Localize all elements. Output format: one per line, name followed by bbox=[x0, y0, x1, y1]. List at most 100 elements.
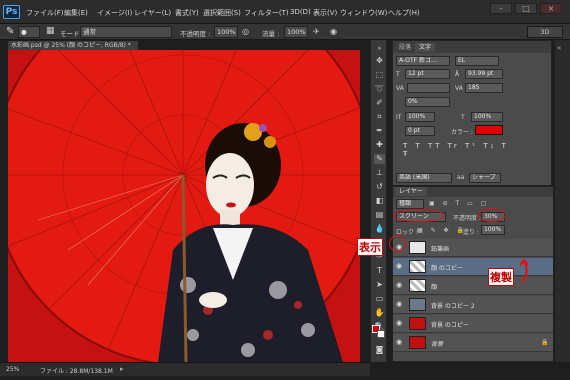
layer-row[interactable]: ◉ 背景 のコピー bbox=[393, 315, 553, 333]
pressure-size-icon[interactable]: ◉ bbox=[330, 27, 337, 36]
collapse-icon[interactable]: » bbox=[374, 44, 385, 54]
quick-select-tool-icon[interactable]: ✐ bbox=[374, 98, 385, 108]
history-brush-tool-icon[interactable]: ↺ bbox=[374, 182, 385, 192]
menu-image[interactable]: イメージ(I) bbox=[97, 8, 132, 18]
layer-name: 背景 bbox=[431, 341, 444, 348]
type-tool-icon[interactable]: T bbox=[374, 266, 385, 276]
show-annotation-label: 表示 bbox=[357, 238, 383, 256]
mode-select[interactable]: 通常 bbox=[80, 26, 172, 38]
menu-view[interactable]: 表示(V) bbox=[313, 8, 337, 18]
lock-icons[interactable]: ▦ ✎ ✥ 🔒 bbox=[417, 227, 467, 234]
pressure-opacity-icon[interactable]: ◎ bbox=[242, 27, 249, 36]
background-color-swatch[interactable] bbox=[377, 330, 385, 338]
airbrush-icon[interactable]: ✈ bbox=[313, 27, 320, 36]
layer-thumbnail bbox=[409, 336, 426, 349]
tools-panel: » ✥ ⬚ ➰ ✐ ⌗ ✒ ✚ ✎ ⊥ ↺ ◧ ▤ 💧 ● ✑ T ➤ ▭ ✋ … bbox=[370, 40, 387, 362]
healing-brush-tool-icon[interactable]: ✚ bbox=[374, 140, 385, 150]
font-style-select[interactable]: EL bbox=[455, 56, 499, 66]
layer-thumbnail bbox=[409, 317, 426, 330]
brush-tool-icon[interactable]: ✎ bbox=[374, 154, 385, 164]
visibility-eye-icon[interactable]: ◉ bbox=[396, 301, 405, 308]
opacity-label: 不透明度 : bbox=[180, 30, 211, 38]
workspace-select[interactable]: 3D bbox=[527, 26, 563, 38]
layer-filter-icons[interactable]: ▣ ⊘ T ▭ ▢ bbox=[429, 200, 489, 207]
panel-dock-strip: « bbox=[555, 40, 570, 362]
font-family-select[interactable]: A-OTF 新ゴ... bbox=[396, 56, 450, 66]
language-select[interactable]: 英語 (米国) bbox=[396, 173, 452, 183]
shape-tool-icon[interactable]: ▭ bbox=[374, 294, 385, 304]
kerning-icon: VA bbox=[396, 85, 404, 92]
options-bar: ✎ ● ▦ モード : 通常 不透明度 : 100% ◎ 流量 : 100% ✈… bbox=[0, 24, 570, 40]
horizontal-scale-icon: T bbox=[461, 114, 465, 121]
collapse-dock-icon[interactable]: « bbox=[557, 44, 561, 52]
flow-field[interactable]: 100% bbox=[284, 26, 308, 38]
canvas[interactable] bbox=[8, 50, 360, 362]
document-tab[interactable]: 水彩画.psd @ 25% (顔 のコピー, RGB/8) * bbox=[8, 41, 138, 50]
visibility-eye-icon[interactable]: ◉ bbox=[396, 263, 405, 270]
tracking-field[interactable]: 185 bbox=[465, 83, 503, 93]
baseline-shift-field[interactable]: 0 pt bbox=[405, 126, 435, 136]
minimize-icon[interactable]: – bbox=[490, 3, 512, 14]
path-select-tool-icon[interactable]: ➤ bbox=[374, 280, 385, 290]
font-size-field[interactable]: 12 pt bbox=[405, 69, 450, 79]
layer-name: 顔 bbox=[431, 284, 438, 291]
antialias-select[interactable]: シャープ bbox=[469, 173, 501, 183]
fill-label: 塗り : bbox=[463, 229, 479, 236]
color-label: カラー : bbox=[451, 129, 473, 136]
tracking-icon: VA bbox=[455, 85, 463, 92]
move-tool-icon[interactable]: ✥ bbox=[374, 56, 385, 66]
menu-type[interactable]: 書式(Y) bbox=[175, 8, 199, 18]
crop-tool-icon[interactable]: ⌗ bbox=[374, 112, 385, 122]
visibility-eye-icon[interactable]: ◉ bbox=[396, 282, 405, 289]
menu-file[interactable]: ファイル(F) bbox=[26, 8, 64, 18]
menu-help[interactable]: ヘルプ(H) bbox=[388, 8, 420, 18]
layer-row[interactable]: ◉ 鉛筆画 bbox=[393, 239, 553, 257]
brush-size-picker[interactable]: ● bbox=[18, 26, 40, 38]
marquee-tool-icon[interactable]: ⬚ bbox=[374, 70, 385, 80]
tsume-field[interactable]: 0% bbox=[405, 97, 450, 107]
visibility-eye-icon[interactable]: ◉ bbox=[396, 339, 405, 346]
hand-tool-icon[interactable]: ✋ bbox=[374, 308, 385, 318]
visibility-eye-icon[interactable]: ◉ bbox=[396, 320, 405, 327]
menu-edit[interactable]: 編集(E) bbox=[64, 8, 88, 18]
horizontal-scale-field[interactable]: 100% bbox=[471, 112, 503, 122]
kerning-field[interactable] bbox=[407, 83, 450, 93]
tab-character[interactable]: 文字 bbox=[415, 43, 436, 52]
vertical-scale-field[interactable]: 100% bbox=[405, 112, 435, 122]
layer-opacity-label: 不透明度 : bbox=[453, 215, 481, 222]
menu-3d[interactable]: 3D(D) bbox=[290, 8, 311, 16]
blur-tool-icon[interactable]: 💧 bbox=[374, 224, 385, 234]
menu-select[interactable]: 選択範囲(S) bbox=[203, 8, 241, 18]
menu-window[interactable]: ウィンドウ(W) bbox=[340, 8, 387, 18]
brush-tool-icon[interactable]: ✎ bbox=[6, 26, 14, 37]
antialias-icon: aa bbox=[457, 174, 465, 181]
maximize-icon[interactable]: □ bbox=[515, 3, 537, 14]
menu-filter[interactable]: フィルター(T) bbox=[244, 8, 289, 18]
vertical-scale-icon: IT bbox=[396, 114, 402, 121]
tab-paragraph[interactable]: 段落 bbox=[395, 43, 415, 52]
gradient-tool-icon[interactable]: ▤ bbox=[374, 210, 385, 220]
quick-mask-icon[interactable]: ◙ bbox=[374, 345, 385, 355]
brush-panel-icon[interactable]: ▦ bbox=[46, 26, 55, 36]
eraser-tool-icon[interactable]: ◧ bbox=[374, 196, 385, 206]
file-size-info: ファイル : 28.8M/138.1M bbox=[40, 368, 113, 375]
layer-filter-select[interactable]: 種類 bbox=[396, 199, 424, 209]
layer-row[interactable]: ◉ 背景 🔒 bbox=[393, 334, 553, 352]
leading-field[interactable]: 93.99 pt bbox=[465, 69, 503, 79]
close-icon[interactable]: × bbox=[540, 3, 562, 14]
fill-field[interactable]: 100% bbox=[481, 225, 505, 235]
text-style-buttons[interactable]: T T TT Tr T¹ T₁ T Ŧ bbox=[403, 142, 513, 158]
menu-layer[interactable]: レイヤー(L) bbox=[134, 8, 171, 18]
text-color-swatch[interactable] bbox=[475, 125, 503, 135]
tab-layers[interactable]: レイヤー bbox=[395, 187, 427, 196]
lasso-tool-icon[interactable]: ➰ bbox=[374, 84, 385, 94]
character-panel: 段落 文字 A-OTF 新ゴ... EL T 12 pt Å 93.99 pt … bbox=[392, 40, 552, 186]
zoom-level[interactable]: 25% bbox=[6, 366, 19, 373]
layer-thumbnail bbox=[409, 298, 426, 311]
eyedropper-tool-icon[interactable]: ✒ bbox=[374, 126, 385, 136]
opacity-field[interactable]: 100% bbox=[214, 26, 238, 38]
status-arrow-icon[interactable]: ▸ bbox=[120, 365, 124, 373]
layer-thumbnail bbox=[409, 279, 426, 292]
layer-row[interactable]: ◉ 背景 のコピー 2 bbox=[393, 296, 553, 314]
stamp-tool-icon[interactable]: ⊥ bbox=[374, 168, 385, 178]
